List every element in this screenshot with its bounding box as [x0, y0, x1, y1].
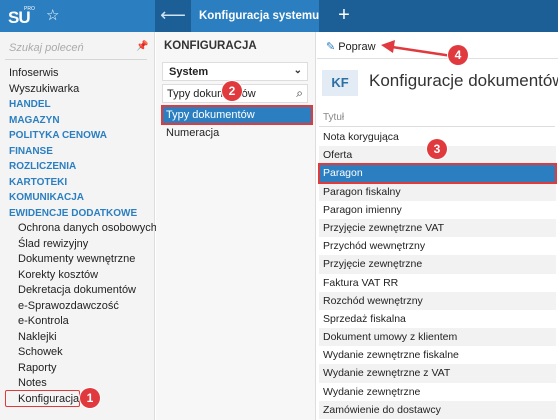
divider [5, 59, 147, 60]
table-row[interactable]: Przyjęcie zewnętrzne [319, 255, 556, 274]
config-list: Typy dokumentów Numeracja [161, 105, 313, 142]
tab-konfiguracja-systemu[interactable]: Konfiguracja systemu [191, 0, 319, 32]
table-row[interactable]: Sprzedaż fiskalna [319, 310, 556, 328]
system-select[interactable]: System ⌄ [162, 62, 308, 81]
select-value: System [169, 66, 209, 78]
divider [319, 126, 555, 127]
sidebar-item[interactable]: Ochrona danych osobowych [9, 221, 157, 237]
highlight-konfiguracja [5, 390, 80, 407]
table-row[interactable]: Dokument umowy z klientem [319, 328, 556, 347]
add-tab-icon[interactable]: + [329, 0, 359, 32]
edit-label: Popraw [338, 41, 376, 53]
table-row[interactable]: Faktura VAT RR [319, 274, 556, 292]
sidebar: Szukaj poleceń 📌 Infoserwis Wyszukiwarka… [0, 32, 157, 420]
table-row[interactable]: Rozchód wewnętrzny [319, 291, 556, 310]
document-table: Nota korygująca Oferta Paragon Paragon f… [318, 128, 557, 419]
step-3-badge: 3 [427, 139, 447, 159]
table-row[interactable]: Paragon fiskalny [319, 182, 556, 201]
edit-button[interactable]: ✎ Popraw [326, 40, 376, 53]
sidebar-section[interactable]: POLITYKA CENOWA [9, 128, 157, 144]
sidebar-menu: Infoserwis Wyszukiwarka HANDEL MAGAZYN P… [9, 66, 157, 407]
table-row[interactable]: Przyjęcie zewnętrzne VAT [319, 218, 556, 238]
star-icon[interactable]: ☆ [46, 6, 59, 24]
chevron-down-icon: ⌄ [293, 65, 302, 76]
top-bar: SU PRO ☆ ⟵ Konfiguracja systemu + [0, 0, 558, 32]
sidebar-item[interactable]: Ślad rewizyjny [9, 237, 157, 253]
step-2-badge: 2 [222, 81, 242, 101]
sidebar-section[interactable]: KARTOTEKI [9, 175, 157, 191]
brush-icon: ✎ [326, 41, 336, 53]
sidebar-section[interactable]: ROZLICZENIA [9, 159, 157, 175]
panel-title: KONFIGURACJA [164, 40, 257, 52]
module-badge: KF [322, 70, 358, 96]
step-1-badge: 1 [80, 388, 100, 408]
sidebar-item[interactable]: Raporty [9, 361, 157, 377]
sidebar-item[interactable]: e-Sprawozdawczość [9, 299, 157, 315]
back-arrow-icon[interactable]: ⟵ [155, 0, 191, 32]
page-title: Konfiguracje dokumentów [369, 71, 558, 90]
sidebar-section[interactable]: FINANSE [9, 144, 157, 160]
config-item-numeracja[interactable]: Numeracja [162, 124, 312, 142]
sidebar-item[interactable]: Schowek [9, 345, 157, 361]
sidebar-item[interactable]: Infoserwis [9, 66, 157, 82]
content-panel: ✎ Popraw KF Konfiguracje dokumentów Tytuł… [317, 32, 558, 420]
app-logo[interactable]: SU PRO [6, 4, 35, 28]
sidebar-item[interactable]: Dekretacja dokumentów [9, 283, 157, 299]
table-row[interactable]: Wydanie zewnętrzne z VAT [319, 364, 556, 383]
sidebar-section[interactable]: HANDEL [9, 97, 157, 113]
step-4-badge: 4 [448, 45, 468, 65]
sidebar-item[interactable]: Naklejki [9, 330, 157, 346]
table-row[interactable]: Wydanie zewnętrzne fiskalne [319, 346, 556, 364]
sidebar-section[interactable]: KOMUNIKACJA [9, 190, 157, 206]
search-icon[interactable]: ⌕ [296, 86, 303, 101]
table-row-paragon[interactable]: Paragon [318, 163, 557, 184]
table-row[interactable]: Wydanie zewnętrzne [319, 383, 556, 401]
search-value: Typy dokumentów [167, 88, 256, 100]
table-row[interactable]: Zamówienie do dostawcy [319, 400, 556, 419]
logo-superscript: PRO [24, 6, 35, 12]
tab-strip: ⟵ Konfiguracja systemu + [155, 0, 558, 32]
sidebar-section[interactable]: EWIDENCJE DODATKOWE [9, 206, 157, 222]
sidebar-item[interactable]: Wyszukiwarka [9, 82, 157, 98]
config-item-typy-dokumentow[interactable]: Typy dokumentów [161, 105, 313, 125]
sidebar-item[interactable]: e-Kontrola [9, 314, 157, 330]
table-row[interactable]: Przychód wewnętrzny [319, 237, 556, 255]
table-row[interactable]: Paragon imienny [319, 201, 556, 219]
pin-icon[interactable]: 📌 [136, 41, 148, 52]
divider [317, 58, 558, 59]
sidebar-section[interactable]: MAGAZYN [9, 113, 157, 129]
sidebar-item[interactable]: Korekty kosztów [9, 268, 157, 284]
sidebar-search-input[interactable]: Szukaj poleceń [9, 42, 84, 54]
sidebar-item[interactable]: Dokumenty wewnętrzne [9, 252, 157, 268]
column-header-tytul[interactable]: Tytuł [323, 112, 344, 123]
